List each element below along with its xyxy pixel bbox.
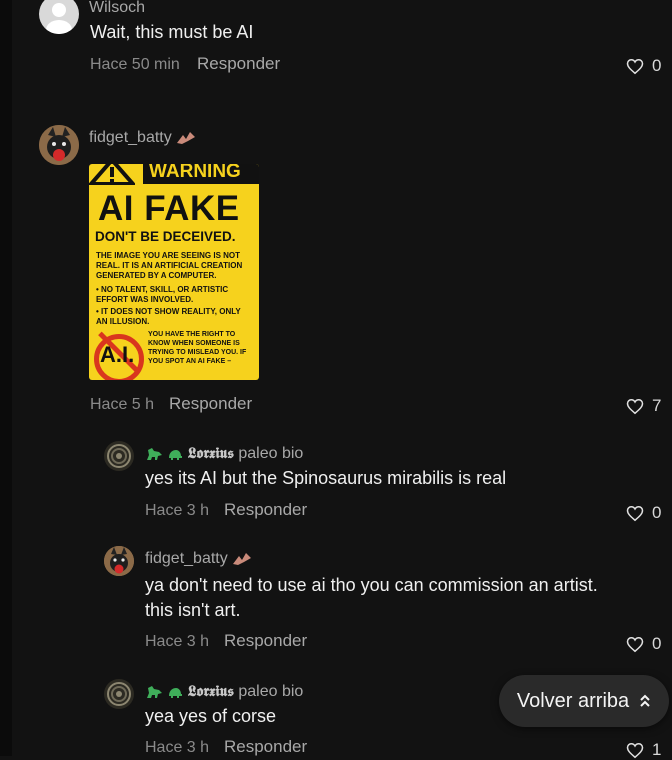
warning-image[interactable]: WARNING AI FAKE DON'T BE DECEIVED. THE I…	[89, 164, 259, 380]
heart-icon	[626, 505, 644, 521]
reply-button[interactable]: Responder	[224, 631, 307, 651]
reply-button[interactable]: Responder	[169, 394, 252, 414]
comment-author[interactable]: 𝕷𝖔𝖗𝖝𝖎𝖚𝖘 paleo bio	[145, 444, 303, 463]
like-count: 1	[652, 740, 662, 759]
like-button[interactable]: 0	[626, 503, 661, 523]
author-fancy-name: 𝕷𝖔𝖗𝖝𝖎𝖚𝖘	[187, 682, 234, 700]
ammonite-avatar-icon	[107, 682, 131, 706]
warning-triangle-icon	[89, 164, 135, 185]
comment-author[interactable]: 𝕷𝖔𝖗𝖝𝖎𝖚𝖘 paleo bio	[145, 682, 303, 701]
comment-text: ya don't need to use ai tho you can comm…	[145, 575, 598, 620]
warning-header-text: WARNING	[143, 164, 259, 184]
left-gutter	[0, 0, 12, 756]
heart-icon	[626, 636, 644, 652]
warning-title: AI FAKE	[98, 189, 240, 228]
author-name: fidget_batty	[145, 550, 228, 567]
comment-text: Wait, this must be AI	[90, 22, 254, 42]
dinosaur-icon	[147, 685, 162, 698]
comment-author[interactable]: fidget_batty	[145, 550, 252, 568]
author-suffix: paleo bio	[238, 683, 304, 700]
like-button[interactable]: 0	[626, 56, 661, 76]
double-chevron-up-icon	[640, 694, 650, 707]
avatar[interactable]	[104, 441, 134, 471]
reply-button[interactable]: Responder	[224, 737, 307, 757]
warning-bullet-2: • IT DOES NOT SHOW REALITY, ONLY AN ILLU…	[96, 307, 241, 326]
avatar[interactable]	[39, 0, 79, 34]
no-ai-logo: A.I.	[92, 330, 146, 380]
author-fancy-name: 𝕷𝖔𝖗𝖝𝖎𝖚𝖘	[187, 444, 234, 462]
like-button[interactable]: 7	[626, 396, 661, 416]
warning-header: WARNING	[89, 164, 259, 185]
heart-icon	[626, 58, 644, 74]
ammonite-avatar-icon	[107, 444, 131, 468]
cat-avatar-icon	[39, 125, 79, 165]
avatar[interactable]	[39, 125, 79, 165]
bat-badge-icon	[177, 131, 196, 144]
cat-avatar-icon	[104, 546, 134, 576]
author-suffix: paleo bio	[238, 445, 304, 462]
like-count: 7	[652, 396, 662, 415]
warning-footer: YOU HAVE THE RIGHT TO KNOW WHEN SOMEONE …	[148, 331, 247, 365]
back-to-top-button[interactable]: Volver arriba	[499, 675, 669, 727]
like-button[interactable]: 0	[626, 634, 661, 654]
like-count: 0	[652, 56, 662, 75]
turtle-icon	[169, 687, 183, 698]
warning-bullet-1: • NO TALENT, SKILL, OR ARTISTIC EFFORT W…	[96, 285, 229, 304]
no-ai-logo-text: A.I.	[100, 342, 135, 367]
avatar[interactable]	[104, 546, 134, 576]
author-name: fidget_batty	[89, 129, 172, 146]
like-count: 0	[652, 503, 662, 522]
comment-timestamp: Hace 3 h	[145, 633, 210, 650]
comment-author[interactable]: Wilsoch	[89, 0, 145, 17]
reply-button[interactable]: Responder	[197, 54, 280, 74]
turtle-icon	[169, 449, 183, 460]
heart-icon	[626, 398, 644, 414]
comment-timestamp: Hace 5 h	[90, 396, 155, 413]
comment-timestamp: Hace 3 h	[145, 739, 210, 756]
comment-timestamp: Hace 3 h	[145, 502, 210, 519]
bat-badge-icon	[233, 552, 252, 565]
comment-timestamp: Hace 50 min	[90, 56, 180, 73]
default-avatar-icon	[46, 3, 72, 34]
like-button[interactable]: 1	[626, 740, 661, 760]
warning-body: THE IMAGE YOU ARE SEEING IS NOT REAL. IT…	[96, 251, 243, 280]
comment-text: yea yes of corse	[145, 706, 277, 726]
dinosaur-icon	[147, 447, 162, 460]
comment-text: yes its AI but the Spinosaurus mirabilis…	[145, 468, 507, 488]
warning-subtitle: DON'T BE DECEIVED.	[95, 229, 236, 244]
reply-button[interactable]: Responder	[224, 500, 307, 520]
comment-author[interactable]: fidget_batty	[89, 129, 196, 147]
back-to-top-label: Volver arriba	[516, 689, 630, 712]
like-count: 0	[652, 634, 662, 653]
avatar[interactable]	[104, 679, 134, 709]
